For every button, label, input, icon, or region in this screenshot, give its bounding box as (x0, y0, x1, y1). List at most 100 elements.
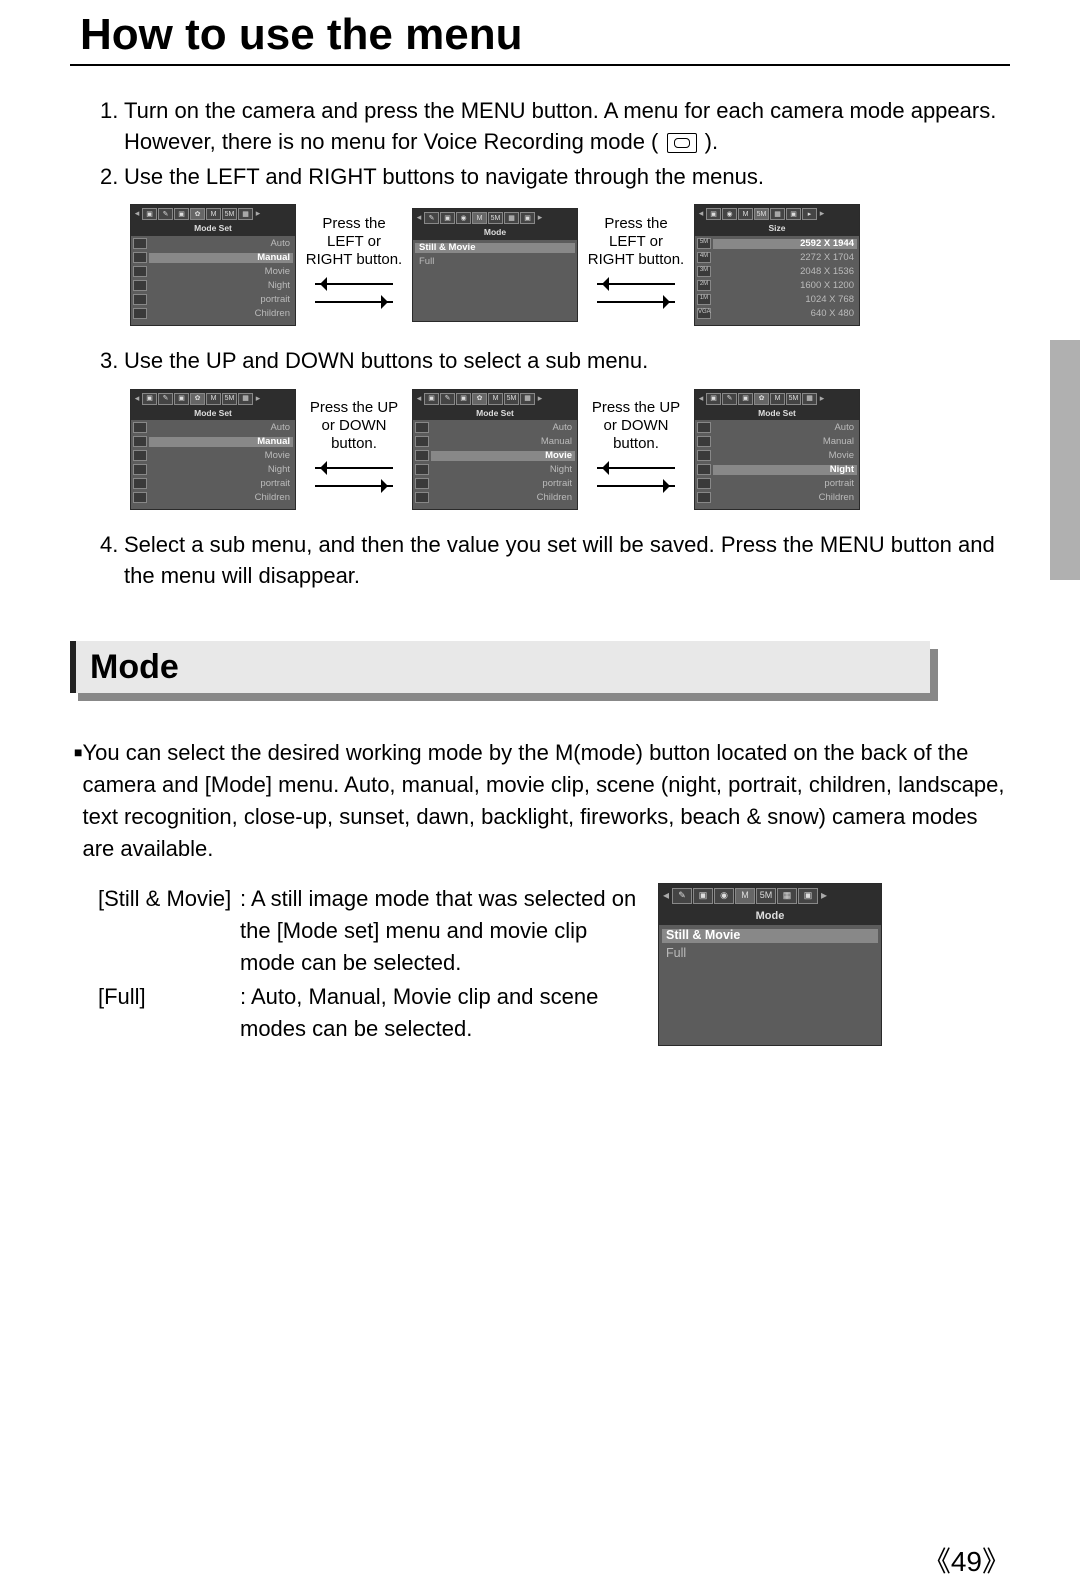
tab-icon: ▦ (770, 208, 785, 220)
tab-icon: ◉ (714, 888, 734, 904)
tab-icon: ▦ (238, 208, 253, 220)
def-term: [Still & Movie] (98, 883, 240, 979)
tab-icon: ✎ (424, 212, 439, 224)
step-number: 2. (100, 162, 124, 193)
mode-bullet: ■ You can select the desired working mod… (74, 737, 1010, 865)
size-badge: 3M (697, 266, 711, 277)
step-3: 3. Use the UP and DOWN buttons to select… (100, 346, 1010, 377)
screen-title: Mode Set (131, 223, 295, 235)
step-4: 4. Select a sub menu, and then the value… (100, 530, 1010, 592)
menu-item: portrait (149, 479, 293, 489)
chevron-left-icon: ◂ (133, 209, 141, 219)
tab-icon: ▣ (520, 212, 535, 224)
screen-size: ◂ ▣ ◉ M 5M ▦ ▣ ▸ ▸ Size 5M2592 X 1944 4M… (694, 204, 860, 325)
tab-icon: ▣ (174, 208, 189, 220)
tab-icon: ▦ (777, 888, 797, 904)
chevron-left-icon: ◂ (697, 209, 705, 219)
def-still-movie: [Still & Movie] : A still image mode tha… (98, 883, 638, 979)
ud-screen-row: ◂▣✎▣✿M5M▦▸ Mode Set Auto Manual Movie Ni… (130, 389, 1010, 510)
menu-item: Auto (149, 239, 293, 249)
size-badge: VGA (697, 308, 711, 319)
caption: Press the LEFT or RIGHT button. (584, 215, 688, 269)
screen-mode: ◂ ✎ ▣ ◉ M 5M ▦ ▣ ▸ Mode Still & Movie Fu… (412, 208, 578, 321)
tab-icon: M (738, 208, 753, 220)
screen-title: Mode Set (695, 408, 859, 420)
screen-title: Mode Set (131, 408, 295, 420)
screen-title: Mode (413, 227, 577, 239)
chevron-right-icon: ▸ (819, 889, 829, 902)
tab-bar: ◂ ▣ ✎ ▣ ✿ M 5M ▦ ▸ (131, 205, 295, 223)
menu-item: Movie (149, 267, 293, 277)
tab-icon: ▣ (142, 208, 157, 220)
caption: Press the UP or DOWN button. (302, 399, 406, 453)
tab-icon: ✎ (158, 208, 173, 220)
menu-item: portrait (431, 479, 575, 489)
page-title: How to use the menu (80, 10, 1010, 60)
screen-modeset-night: ◂▣✎▣✿M5M▦▸ Mode Set Auto Manual Movie Ni… (694, 389, 860, 510)
lr-caption-arrows: Press the LEFT or RIGHT button. (302, 215, 406, 315)
screen-modeset-manual-2: ◂▣✎▣✿M5M▦▸ Mode Set Auto Manual Movie Ni… (130, 389, 296, 510)
menu-item-selected: Night (713, 465, 857, 475)
size-badge: 4M (697, 252, 711, 263)
step-text: Select a sub menu, and then the value yo… (124, 530, 1010, 592)
screen-title: Mode Set (413, 408, 577, 420)
tab-icon-active: 5M (754, 208, 769, 220)
tab-bar: ◂ ✎ ▣ ◉ M 5M ▦ ▣ ▸ (413, 209, 577, 227)
step-text-b: ). (705, 129, 718, 154)
tab-icon-active: M (472, 212, 487, 224)
chevron-left-icon: ◂ (415, 213, 423, 223)
step-number: 1. (100, 96, 124, 158)
step-text: Use the UP and DOWN buttons to select a … (124, 346, 648, 377)
title-rule (70, 64, 1010, 66)
menu-item: Manual (431, 437, 575, 447)
menu-item: Night (149, 281, 293, 291)
ud-caption-arrows: Press the UP or DOWN button. (302, 399, 406, 499)
chevron-right-icon: ▸ (818, 209, 826, 219)
tab-icon: 5M (756, 888, 776, 904)
chevron-right-icon: ▸ (254, 209, 262, 219)
step-2: 2. Use the LEFT and RIGHT buttons to nav… (100, 162, 1010, 193)
tab-icon: ◉ (722, 208, 737, 220)
lr-caption-arrows-2: Press the LEFT or RIGHT button. (584, 215, 688, 315)
menu-item: Movie (149, 451, 293, 461)
tab-icon: ▣ (440, 212, 455, 224)
chevron-left-icon: ◂ (661, 889, 671, 902)
menu-item: Auto (713, 423, 857, 433)
screen-modeset-movie: ◂▣✎▣✿M5M▦▸ Mode Set Auto Manual Movie Ni… (412, 389, 578, 510)
tab-icon: ▦ (504, 212, 519, 224)
leftright-arrows-icon (315, 275, 393, 315)
screen-title: Mode (659, 908, 881, 925)
menu-item: Children (431, 493, 575, 503)
menu-item: 2272 X 1704 (713, 253, 857, 263)
step-text: Use the LEFT and RIGHT buttons to naviga… (124, 162, 764, 193)
menu-item: 2048 X 1536 (713, 267, 857, 277)
tab-icon: ✎ (672, 888, 692, 904)
menu-item: Children (713, 493, 857, 503)
def-text: : Auto, Manual, Movie clip and scene mod… (240, 981, 638, 1045)
tab-icon: ▸ (802, 208, 817, 220)
menu-item: Auto (149, 423, 293, 433)
tab-icon-active: M (735, 888, 755, 904)
page-number: 《49》 (923, 1540, 1010, 1580)
steps-list: 1. Turn on the camera and press the MENU… (100, 96, 1010, 192)
step-1: 1. Turn on the camera and press the MENU… (100, 96, 1010, 158)
voice-recording-icon (667, 133, 697, 153)
section-header-mode: Mode (70, 641, 1010, 701)
menu-item: 1024 X 768 (713, 295, 857, 305)
def-full: [Full] : Auto, Manual, Movie clip and sc… (98, 981, 638, 1045)
size-badge: 5M (697, 238, 711, 249)
tab-icon: ◉ (456, 212, 471, 224)
step-number: 3. (100, 346, 124, 377)
menu-item: Auto (431, 423, 575, 433)
steps-list-2: 3. Use the UP and DOWN buttons to select… (100, 346, 1010, 377)
updown-arrows-icon (315, 459, 393, 499)
menu-item: 1600 X 1200 (713, 281, 857, 291)
tab-icon: ▣ (693, 888, 713, 904)
menu-item: Full (662, 947, 878, 961)
menu-item: portrait (149, 295, 293, 305)
def-term: [Full] (98, 981, 240, 1045)
tab-bar: ◂ ✎ ▣ ◉ M 5M ▦ ▣ ▸ (659, 884, 881, 908)
menu-item-selected: Still & Movie (662, 929, 878, 943)
size-badge: 2M (697, 280, 711, 291)
screen-modeset-manual: ◂ ▣ ✎ ▣ ✿ M 5M ▦ ▸ Mode Set Auto Manual … (130, 204, 296, 325)
